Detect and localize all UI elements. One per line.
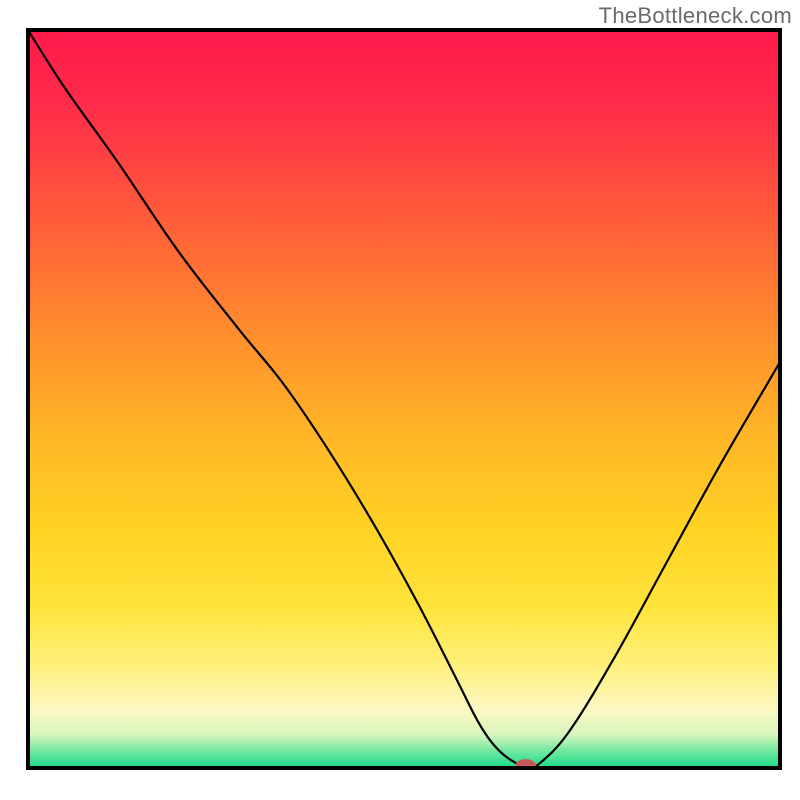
bottleneck-chart (0, 0, 800, 800)
watermark-text: TheBottleneck.com (599, 3, 792, 29)
chart-gradient-background (28, 30, 780, 768)
minimum-marker (515, 759, 536, 772)
chart-frame: TheBottleneck.com (0, 0, 800, 800)
